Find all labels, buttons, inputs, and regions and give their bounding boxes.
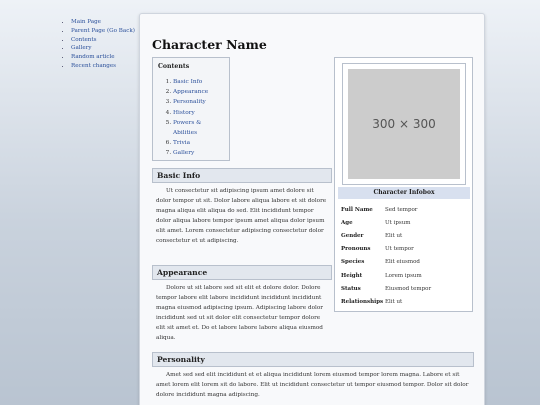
infobox-key: Species	[341, 259, 365, 266]
nav-item-parent-page[interactable]: Parent Page (Go Back)	[71, 27, 135, 36]
section-basic-info: Basic Info Ut consectetur sit adipiscing…	[152, 168, 332, 246]
section-heading: Basic Info	[152, 168, 332, 183]
infobox-key: Height	[341, 272, 363, 279]
infobox-key: Relationships	[341, 298, 384, 305]
infobox-key: Gender	[341, 232, 364, 239]
toc-item[interactable]: Gallery	[173, 148, 224, 158]
content-panel: Character Name Contents Basic Info Appea…	[139, 13, 485, 405]
toc-item[interactable]: History	[173, 108, 224, 118]
toc-link-basic-info[interactable]: Basic Info	[173, 79, 202, 85]
toc-link-powers[interactable]: Powers & Abilities	[173, 120, 201, 136]
character-infobox: 300 × 300 Character Infobox Full Name Sed…	[334, 57, 473, 312]
toc-item[interactable]: Powers & Abilities	[173, 118, 224, 138]
section-text: Amet sed sed elit incididunt et et aliqu…	[156, 372, 469, 398]
infobox-row: Gender Elit ut	[341, 229, 469, 242]
nav-link[interactable]: Main Page	[71, 19, 101, 25]
infobox-key: Age	[341, 219, 353, 226]
section-personality: Personality Amet sed sed elit incididunt…	[152, 352, 474, 401]
nav-item-random-article[interactable]: Random article	[71, 53, 135, 62]
section-text: Dolore ut sit labore sed sit elit et dol…	[156, 285, 323, 341]
infobox-value: Ut tempor	[385, 246, 414, 253]
infobox-value: Elit ut	[385, 298, 403, 305]
nav-item-recent-changes[interactable]: Recent changes	[71, 62, 135, 71]
infobox-value: Ut ipsum	[385, 219, 411, 226]
toc-item[interactable]: Personality	[173, 97, 224, 107]
character-image-placeholder[interactable]: 300 × 300	[348, 69, 460, 179]
nav-link[interactable]: Random article	[71, 54, 115, 60]
section-appearance: Appearance Dolore ut sit labore sed sit …	[152, 265, 332, 343]
nav-item-contents[interactable]: Contents	[71, 36, 135, 45]
toc-item[interactable]: Basic Info	[173, 77, 224, 87]
page-title: Character Name	[152, 37, 267, 52]
infobox-value: Eiusmod tempor	[385, 285, 432, 292]
infobox-row: Height Lorem ipsum	[341, 269, 469, 282]
infobox-row: Pronouns Ut tempor	[341, 243, 469, 256]
infobox-image-frame: 300 × 300	[342, 63, 466, 185]
infobox-row: Status Eiusmod tempor	[341, 282, 469, 295]
nav-link[interactable]: Contents	[71, 37, 97, 43]
infobox-key: Full Name	[341, 206, 373, 213]
infobox-row: Age Ut ipsum	[341, 216, 469, 229]
nav-link[interactable]: Gallery	[71, 45, 92, 51]
toc-link-trivia[interactable]: Trivia	[173, 140, 190, 146]
side-navigation: Main Page Parent Page (Go Back) Contents…	[62, 18, 135, 71]
section-heading: Personality	[152, 352, 474, 367]
toc-link-history[interactable]: History	[173, 110, 195, 116]
infobox-value: Elit ut	[385, 232, 403, 239]
infobox-key: Status	[341, 285, 361, 292]
nav-item-gallery[interactable]: Gallery	[71, 44, 135, 53]
infobox-value: Sed tempor	[385, 206, 418, 213]
infobox-row: Relationships Elit ut	[341, 295, 469, 308]
infobox-key: Pronouns	[341, 246, 371, 253]
toc-link-gallery[interactable]: Gallery	[173, 150, 194, 156]
toc-item[interactable]: Trivia	[173, 138, 224, 148]
toc-item[interactable]: Appearance	[173, 87, 224, 97]
section-heading: Appearance	[152, 265, 332, 280]
infobox-value: Lorem ipsum	[385, 272, 422, 279]
infobox-row: Species Elit eiusmod	[341, 256, 469, 269]
table-of-contents: Contents Basic Info Appearance Personali…	[152, 57, 230, 161]
nav-link[interactable]: Recent changes	[71, 63, 116, 69]
toc-link-appearance[interactable]: Appearance	[173, 89, 208, 95]
nav-link[interactable]: Parent Page (Go Back)	[71, 28, 135, 34]
nav-item-main-page[interactable]: Main Page	[71, 18, 135, 27]
infobox-table: Full Name Sed tempor Age Ut ipsum Gender El…	[341, 203, 469, 309]
toc-title: Contents	[158, 63, 190, 70]
infobox-value: Elit eiusmod	[385, 259, 420, 266]
infobox-header: Character Infobox	[338, 187, 470, 199]
section-text: Ut consectetur sit adipiscing ipsum amet…	[156, 188, 327, 244]
infobox-row: Full Name Sed tempor	[341, 203, 469, 216]
toc-link-personality[interactable]: Personality	[173, 99, 206, 105]
